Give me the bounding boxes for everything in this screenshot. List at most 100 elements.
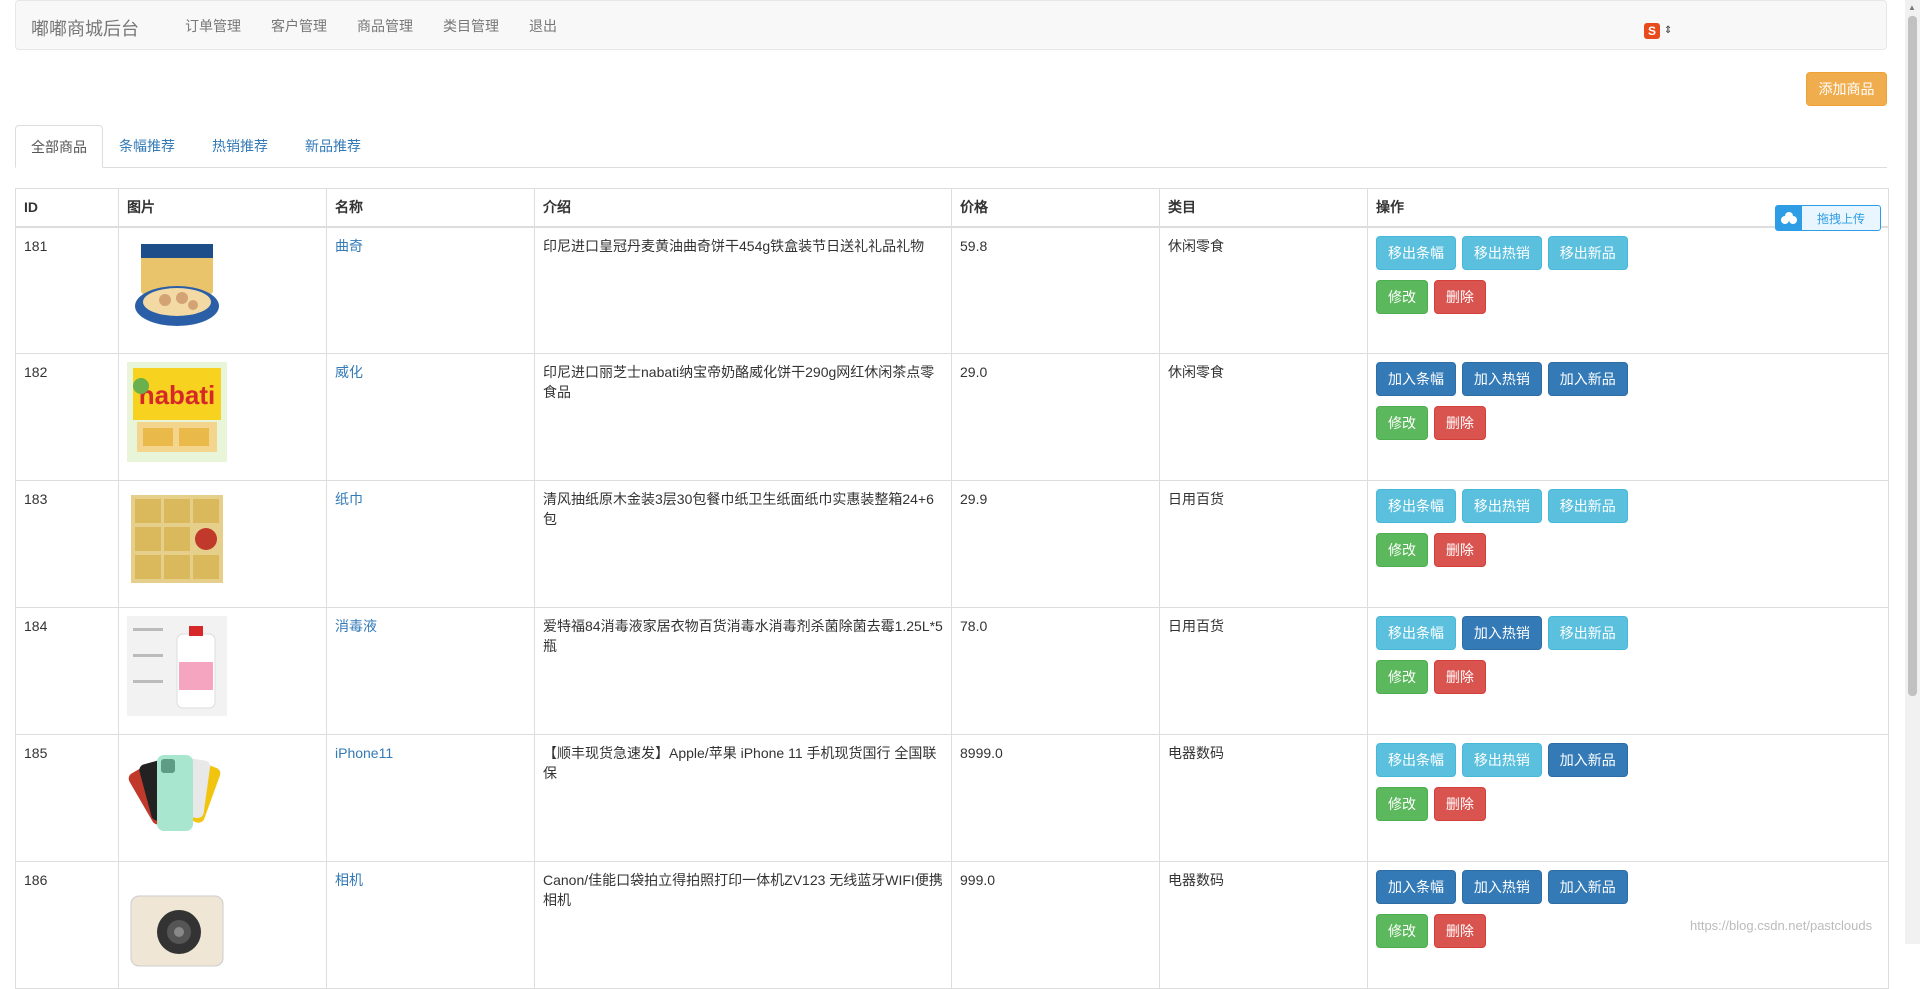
tab-all-products[interactable]: 全部商品 [15, 125, 103, 168]
cell-intro: 【顺丰现货急速发】Apple/苹果 iPhone 11 手机现货国行 全国联保 [534, 734, 952, 862]
edit-button[interactable]: 修改 [1376, 787, 1428, 821]
cell-image [118, 861, 327, 989]
drag-upload-button[interactable]: 拖拽上传 [1775, 205, 1881, 231]
add-new-button[interactable]: 加入新品 [1547, 743, 1628, 777]
sogou-ime-icon: S [1644, 23, 1660, 39]
cell-id: 185 [15, 734, 119, 862]
top-navbar: 嘟嘟商城后台 订单管理 客户管理 商品管理 类目管理 退出 S ⇕ [15, 0, 1887, 50]
cell-id: 186 [15, 861, 119, 989]
tab-hot-recommend[interactable]: 热销推荐 [197, 125, 283, 168]
nav-menu: 订单管理 客户管理 商品管理 类目管理 退出 [170, 1, 572, 51]
ime-toggle-icon: ⇕ [1664, 25, 1673, 36]
delete-button[interactable]: 删除 [1433, 914, 1486, 948]
product-name-link[interactable]: 相机 [335, 872, 363, 888]
cell-price: 29.9 [951, 480, 1160, 608]
product-image-cookie [135, 243, 219, 326]
cell-category: 日用百货 [1159, 480, 1368, 608]
scrollbar-thumb[interactable] [1908, 16, 1917, 696]
product-tabs: 全部商品 条幅推荐 热销推荐 新品推荐 [15, 125, 1887, 168]
edit-button[interactable]: 修改 [1376, 660, 1428, 694]
product-name-link[interactable]: 纸巾 [335, 491, 363, 507]
edit-button[interactable]: 修改 [1376, 279, 1428, 314]
nav-categories-link[interactable]: 类目管理 [428, 1, 514, 51]
cell-actions: 加入条幅 加入热销 加入新品 修改 删除 [1367, 353, 1889, 481]
nav-customers-link[interactable]: 客户管理 [256, 1, 342, 51]
nav-orders-link[interactable]: 订单管理 [170, 1, 256, 51]
remove-banner-button[interactable]: 移出条幅 [1376, 616, 1456, 650]
add-hot-button[interactable]: 加入热销 [1461, 362, 1542, 396]
product-table: ID 图片 名称 介绍 价格 类目 操作 181 曲奇 印尼进口皇冠丹麦黄油曲奇… [15, 188, 1889, 989]
cell-intro: 清风抽纸原木金装3层30包餐巾纸卫生纸面纸巾实惠装整箱24+6包 [534, 480, 952, 608]
product-name-link[interactable]: iPhone11 [335, 745, 393, 761]
cell-price: 999.0 [951, 861, 1160, 989]
delete-button[interactable]: 删除 [1433, 533, 1486, 567]
cell-image [118, 734, 327, 862]
table-row: 182 nabati 威化 印尼进口丽芝士nabati纳宝帝奶酪威化饼干290g… [15, 353, 1889, 481]
upload-label: 拖拽上传 [1816, 211, 1865, 226]
ime-toolbar[interactable]: S ⇕ [1644, 23, 1672, 39]
remove-hot-button[interactable]: 移出热销 [1461, 235, 1542, 270]
table-row: 185 iPhone11 【顺丰现货急速发】Apple/苹果 iPhone 11… [15, 734, 1889, 862]
remove-banner-button[interactable]: 移出条幅 [1376, 743, 1456, 777]
product-name-link[interactable]: 曲奇 [335, 238, 363, 254]
remove-new-button[interactable]: 移出新品 [1547, 235, 1628, 270]
product-name-link[interactable]: 消毒液 [335, 618, 377, 634]
cell-image: nabati [118, 353, 327, 481]
remove-banner-button[interactable]: 移出条幅 [1376, 489, 1456, 523]
cell-intro: Canon/佳能口袋拍立得拍照打印一体机ZV123 无线蓝牙WIFI便携相机 [534, 861, 952, 989]
delete-button[interactable]: 删除 [1433, 406, 1486, 440]
nav-logout-link[interactable]: 退出 [514, 1, 572, 51]
cell-name: 相机 [326, 861, 535, 989]
add-banner-button[interactable]: 加入条幅 [1376, 870, 1456, 904]
delete-button[interactable]: 删除 [1433, 787, 1486, 821]
cell-image [118, 480, 327, 608]
edit-button[interactable]: 修改 [1376, 406, 1428, 440]
cell-price: 78.0 [951, 607, 1160, 735]
brand-title[interactable]: 嘟嘟商城后台 [31, 15, 139, 41]
cell-name: 曲奇 [326, 226, 535, 354]
add-hot-button[interactable]: 加入热销 [1461, 616, 1542, 650]
tab-banner-recommend[interactable]: 条幅推荐 [104, 125, 190, 168]
remove-hot-button[interactable]: 移出热销 [1461, 489, 1542, 523]
tab-new-recommend[interactable]: 新品推荐 [290, 125, 376, 168]
header-id: ID [15, 188, 119, 228]
remove-hot-button[interactable]: 移出热销 [1461, 743, 1542, 777]
cell-actions: 移出条幅 移出热销 移出新品 修改 删除 [1367, 226, 1889, 354]
remove-new-button[interactable]: 移出新品 [1547, 616, 1628, 650]
edit-button[interactable]: 修改 [1376, 533, 1428, 567]
product-image-wafer: nabati [127, 362, 227, 462]
cell-price: 8999.0 [951, 734, 1160, 862]
header-name: 名称 [326, 188, 535, 228]
product-image-tissue [131, 495, 223, 583]
product-image-disinfectant [127, 616, 227, 716]
cell-id: 182 [15, 353, 119, 481]
scroll-up-arrow-icon[interactable]: ▲ [1908, 3, 1916, 12]
edit-button[interactable]: 修改 [1376, 914, 1428, 948]
cell-intro: 印尼进口丽芝士nabati纳宝帝奶酪威化饼干290g网红休闲茶点零食品 [534, 353, 952, 481]
add-new-button[interactable]: 加入新品 [1547, 870, 1628, 904]
product-name-link[interactable]: 威化 [335, 364, 363, 380]
cell-id: 183 [15, 480, 119, 608]
add-new-button[interactable]: 加入新品 [1547, 362, 1628, 396]
cell-intro: 爱特福84消毒液家居衣物百货消毒水消毒剂杀菌除菌去霉1.25L*5瓶 [534, 607, 952, 735]
nav-products-link[interactable]: 商品管理 [342, 1, 428, 51]
add-hot-button[interactable]: 加入热销 [1461, 870, 1542, 904]
header-price: 价格 [951, 188, 1160, 228]
delete-button[interactable]: 删除 [1433, 660, 1486, 694]
remove-new-button[interactable]: 移出新品 [1547, 489, 1628, 523]
cell-id: 184 [15, 607, 119, 735]
cell-actions: 移出条幅 移出热销 加入新品 修改 删除 [1367, 734, 1889, 862]
cell-category: 日用百货 [1159, 607, 1368, 735]
cell-id: 181 [15, 226, 119, 354]
cell-image [118, 607, 327, 735]
cell-category: 休闲零食 [1159, 226, 1368, 354]
cell-category: 电器数码 [1159, 861, 1368, 989]
header-category: 类目 [1159, 188, 1368, 228]
svg-text:nabati: nabati [139, 380, 216, 410]
cell-name: 威化 [326, 353, 535, 481]
remove-banner-button[interactable]: 移出条幅 [1376, 235, 1456, 270]
add-banner-button[interactable]: 加入条幅 [1376, 362, 1456, 396]
delete-button[interactable]: 删除 [1433, 279, 1486, 314]
add-product-button[interactable]: 添加商品 [1806, 72, 1887, 106]
product-image-iphone [128, 755, 221, 831]
